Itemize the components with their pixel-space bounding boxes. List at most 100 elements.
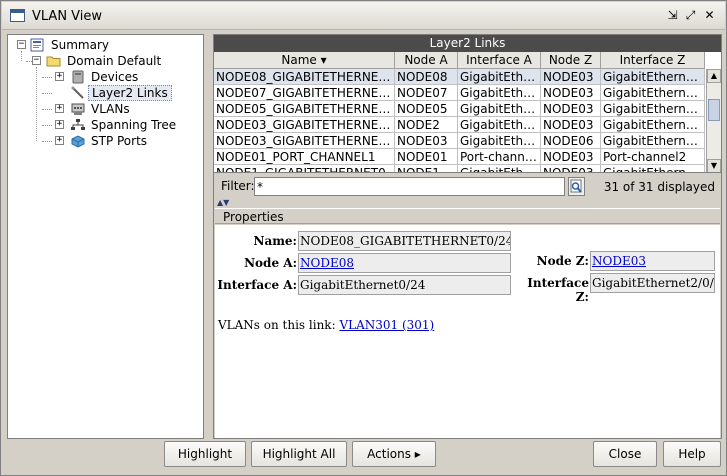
tree-label: Domain Default: [67, 54, 162, 68]
column-header-interface-a[interactable]: Interface A: [458, 52, 541, 69]
splitter-arrows-icon[interactable]: ▲▼: [217, 199, 229, 207]
cell-node-z: NODE03: [541, 85, 601, 101]
cell-node-a: NODE1: [395, 165, 458, 172]
cell-node-z: NODE03: [541, 149, 601, 165]
cell-name: NODE08_GIGABITETHERNET0/24: [214, 69, 395, 85]
cell-node-a: NODE07: [395, 85, 458, 101]
close-button[interactable]: Close: [593, 441, 657, 467]
maximize-icon[interactable]: ⤢: [684, 9, 697, 22]
table-header: Name ▾ Node A Interface A Node Z Interfa…: [214, 52, 705, 69]
section-header: Layer2 Links: [214, 35, 721, 52]
cell-interface-a: Port-channel1: [458, 149, 541, 165]
filter-label: Filter:: [221, 179, 255, 193]
cell-interface-a: GigabitEthernet0/24: [458, 101, 541, 117]
cell-name: NODE05_GIGABITETHERNET0/24: [214, 101, 395, 117]
cell-interface-a: GigabitEthernet0: [458, 165, 541, 172]
column-header-interface-z[interactable]: Interface Z: [601, 52, 705, 69]
actions-button[interactable]: Actions ▸: [352, 441, 436, 467]
node-z-link[interactable]: NODE03: [590, 251, 715, 271]
cell-name: NODE1_GIGABITETHERNET0: [214, 165, 395, 172]
vlan-view-window: VLAN View ⇲ ⤢ ✕ − Summary − Domain Defau…: [0, 0, 727, 476]
tree-label: Spanning Tree: [91, 118, 177, 132]
layer2-links-panel: Layer2 Links Name ▾ Node A Interface A N…: [213, 34, 722, 439]
cell-interface-z: Port-channel2: [601, 149, 705, 165]
column-header-node-z[interactable]: Node Z: [541, 52, 601, 69]
table-row[interactable]: NODE03_GIGABITETHERNET0/24 NODE03 Gigabi…: [214, 133, 705, 149]
cell-node-a: NODE08: [395, 69, 458, 85]
scroll-thumb[interactable]: [708, 99, 720, 121]
link-icon: [71, 86, 84, 99]
expand-icon[interactable]: +: [55, 72, 64, 81]
scroll-up-icon[interactable]: ▲: [707, 69, 721, 83]
filter-bar: Filter: 31 of 31 displayed: [214, 174, 721, 198]
spanning-tree-icon: [71, 119, 85, 130]
cell-node-z: NODE03: [541, 69, 601, 85]
interface-z-value: GigabitEthernet2/0/21: [590, 273, 715, 293]
cell-interface-z: GigabitEthernet2/0/20: [601, 85, 705, 101]
column-header-name[interactable]: Name ▾: [214, 52, 395, 69]
restore-icon[interactable]: ⇲: [666, 9, 679, 22]
node-a-label: Node A:: [244, 256, 297, 270]
highlight-all-button[interactable]: Highlight All: [251, 441, 347, 467]
properties-tab[interactable]: Properties: [215, 208, 720, 224]
navigation-tree: − Summary − Domain Default + Devices Lay…: [7, 34, 204, 439]
table-row[interactable]: NODE03_GIGABITETHERNET0/24 NODE2 Gigabit…: [214, 117, 705, 133]
table-row[interactable]: NODE1_GIGABITETHERNET0 NODE1 GigabitEthe…: [214, 165, 705, 172]
table-row[interactable]: NODE07_GIGABITETHERNET0/24 NODE07 Gigabi…: [214, 85, 705, 101]
properties-panel: Name: NODE08_GIGABITETHERNET0/24 Node A:…: [215, 225, 720, 438]
cell-node-z: NODE03: [541, 165, 601, 172]
table-row[interactable]: NODE05_GIGABITETHERNET0/24 NODE05 Gigabi…: [214, 101, 705, 117]
cell-name: NODE01_PORT_CHANNEL1: [214, 149, 395, 165]
search-icon: [570, 179, 582, 193]
table-row[interactable]: NODE01_PORT_CHANNEL1 NODE01 Port-channel…: [214, 149, 705, 165]
vlans-prefix: VLANs on this link:: [218, 318, 336, 332]
cell-interface-z: GigabitEthernet0: [601, 165, 705, 172]
tree-label: Summary: [51, 38, 109, 52]
highlight-button[interactable]: Highlight: [164, 441, 246, 467]
expand-icon[interactable]: +: [55, 120, 64, 129]
name-value: NODE08_GIGABITETHERNET0/24: [298, 231, 511, 251]
displayed-count: 31 of 31 displayed: [603, 180, 715, 194]
expand-icon[interactable]: +: [55, 136, 64, 145]
cell-interface-z: GigabitEthernet1/0/21: [601, 101, 705, 117]
device-icon: [72, 70, 84, 84]
expand-icon[interactable]: +: [55, 104, 64, 113]
title-bar[interactable]: VLAN View ⇲ ⤢ ✕: [2, 2, 725, 30]
cell-interface-a: GigabitEthernet0/24: [458, 117, 541, 133]
stp-port-icon: [71, 135, 85, 148]
interface-a-label: Interface A:: [217, 278, 297, 292]
cell-node-a: NODE2: [395, 117, 458, 133]
node-z-label: Node Z:: [536, 254, 589, 268]
help-button[interactable]: Help: [663, 441, 721, 467]
vlans-on-link: VLANs on this link: VLAN301 (301): [218, 318, 434, 332]
cell-name: NODE07_GIGABITETHERNET0/24: [214, 85, 395, 101]
tree-label: VLANs: [91, 102, 130, 116]
cell-node-a: NODE03: [395, 133, 458, 149]
close-icon[interactable]: ✕: [703, 9, 716, 22]
node-a-link[interactable]: NODE08: [298, 253, 511, 273]
cell-node-z: NODE03: [541, 101, 601, 117]
cell-name: NODE03_GIGABITETHERNET0/24: [214, 117, 395, 133]
column-header-node-a[interactable]: Node A: [395, 52, 458, 69]
cell-interface-a: GigabitEthernet0/24: [458, 85, 541, 101]
tree-label: STP Ports: [91, 134, 148, 148]
vlan-icon: [71, 103, 85, 115]
filter-input[interactable]: [254, 177, 565, 196]
cell-node-a: NODE01: [395, 149, 458, 165]
collapse-icon[interactable]: −: [17, 40, 26, 49]
table-row[interactable]: NODE08_GIGABITETHERNET0/24 NODE08 Gigabi…: [214, 69, 705, 85]
scroll-down-icon[interactable]: ▼: [707, 159, 721, 172]
collapse-icon[interactable]: −: [32, 56, 41, 65]
cell-node-z: NODE03: [541, 117, 601, 133]
cell-node-a: NODE05: [395, 101, 458, 117]
cell-interface-a: GigabitEthernet0/24: [458, 69, 541, 85]
button-bar: Highlight Highlight All Actions ▸ Close …: [2, 441, 725, 475]
table-scrollbar[interactable]: ▲ ▼: [706, 69, 721, 172]
filter-search-button[interactable]: [568, 177, 585, 196]
cell-interface-z: GigabitEthernet2/0/21: [601, 69, 705, 85]
window-app-icon: [10, 9, 25, 22]
cell-interface-a: GigabitEthernet0/24: [458, 133, 541, 149]
interface-a-value: GigabitEthernet0/24: [298, 275, 511, 295]
summary-icon: [30, 38, 44, 52]
vlan-link[interactable]: VLAN301 (301): [339, 318, 434, 332]
